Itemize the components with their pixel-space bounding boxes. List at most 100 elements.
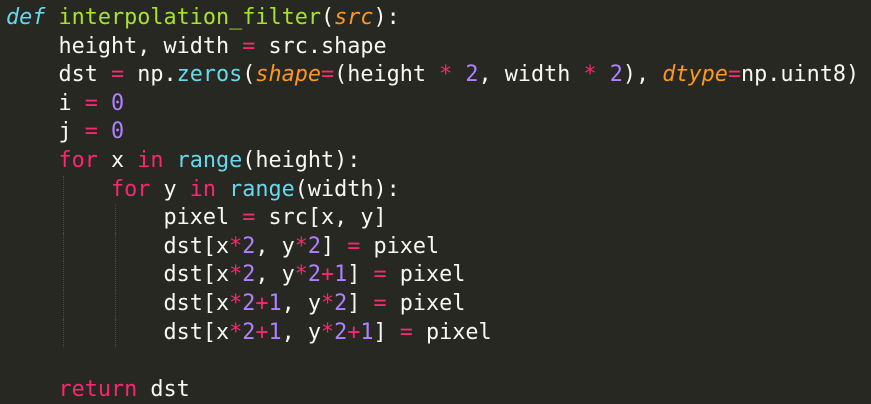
code-token: 2 xyxy=(242,262,256,288)
code-token: ] xyxy=(373,319,400,345)
code-token: ] xyxy=(347,290,374,316)
code-token: dst xyxy=(137,376,190,402)
code-token: zeros xyxy=(176,62,243,88)
code-token: np.uint8) xyxy=(740,62,860,88)
code-token: * xyxy=(294,262,308,288)
code-token: i xyxy=(58,90,85,116)
code-token: * xyxy=(439,62,453,88)
code-token: range xyxy=(176,147,243,173)
code-token: ] xyxy=(320,233,348,259)
code-line[interactable]: dst[x*2+1, y*2] = pixel xyxy=(0,289,871,319)
code-line[interactable]: def interpolation_filter(src): xyxy=(0,4,871,33)
code-token: return xyxy=(58,376,138,402)
code-token: = xyxy=(373,290,387,316)
code-line[interactable]: i = 0 xyxy=(0,90,871,119)
code-token: for xyxy=(58,147,98,173)
indent-guide xyxy=(115,289,117,319)
code-token: pixel xyxy=(163,205,243,231)
code-line[interactable]: dst = np.zeros(shape=(height * 2, width … xyxy=(0,61,871,90)
code-line[interactable]: return dst xyxy=(0,376,871,404)
code-editor[interactable]: def interpolation_filter(src): height, w… xyxy=(0,0,871,404)
code-token: = xyxy=(242,33,256,59)
code-token: for xyxy=(110,176,151,202)
code-token: dst[x xyxy=(163,319,230,345)
code-line[interactable]: dst[x*2, y*2] = pixel xyxy=(0,232,871,262)
code-token: * xyxy=(229,233,243,259)
code-token: (height): xyxy=(242,147,361,173)
code-lines: def interpolation_filter(src): height, w… xyxy=(0,4,871,404)
code-token: def xyxy=(6,5,46,30)
code-token: * xyxy=(294,233,308,259)
code-token: ] xyxy=(347,262,374,288)
code-token: * xyxy=(320,319,335,345)
indent-guide xyxy=(115,261,117,290)
code-token: + xyxy=(347,319,361,345)
code-token: pixel xyxy=(386,290,466,316)
code-token: = xyxy=(321,62,335,88)
code-token: 2 xyxy=(334,290,348,316)
code-token: ( xyxy=(242,62,256,88)
code-token: dtype xyxy=(662,62,728,88)
code-token: shape xyxy=(255,62,321,88)
code-token: dst xyxy=(58,62,111,88)
code-token: 2 xyxy=(609,62,623,88)
code-token: = xyxy=(84,119,98,145)
code-token: = xyxy=(727,62,741,88)
code-token: height, width xyxy=(58,33,243,59)
code-line[interactable]: j = 0 xyxy=(0,118,871,147)
code-line[interactable]: height, width = src.shape xyxy=(0,33,871,62)
code-token: 0 xyxy=(111,90,125,116)
code-token: 2 xyxy=(307,233,321,259)
code-token: * xyxy=(229,262,243,288)
code-token: 1 xyxy=(360,319,374,345)
indent-guide xyxy=(62,232,64,262)
code-token: * xyxy=(583,62,597,88)
code-token: + xyxy=(255,290,269,316)
code-token: * xyxy=(320,290,335,316)
code-token: interpolation_filter xyxy=(58,5,321,30)
code-token: pixel xyxy=(360,233,440,259)
code-line[interactable]: for x in range(height): xyxy=(0,147,871,176)
code-token: in xyxy=(189,176,216,202)
code-token: , y xyxy=(281,290,321,316)
code-token: , y xyxy=(255,262,295,288)
code-token: = xyxy=(347,233,361,259)
code-token: ), xyxy=(622,62,663,88)
code-line[interactable] xyxy=(0,347,871,376)
code-token: dst[x xyxy=(163,262,230,288)
code-token: 0 xyxy=(111,119,125,145)
indent-guide xyxy=(62,318,64,348)
code-token: pixel xyxy=(412,319,492,345)
code-line[interactable]: pixel = src[x, y] xyxy=(0,204,871,233)
code-token: * xyxy=(229,290,243,316)
code-line[interactable]: for y in range(width): xyxy=(0,175,871,205)
code-token: (width): xyxy=(294,176,400,202)
code-token: = xyxy=(111,62,125,88)
indent-guide xyxy=(115,232,117,262)
code-token: pixel xyxy=(386,262,466,288)
code-token: src.shape xyxy=(255,33,387,59)
code-token: = xyxy=(242,205,256,231)
code-line[interactable]: dst[x*2, y*2+1] = pixel xyxy=(0,261,871,290)
code-token: , y xyxy=(281,319,321,345)
code-token: = xyxy=(399,319,413,345)
code-token: 2 xyxy=(242,290,256,316)
indent-guide xyxy=(115,318,117,348)
code-token: 2 xyxy=(465,62,479,88)
code-line[interactable]: dst[x*2+1, y*2+1] = pixel xyxy=(0,318,871,348)
indent-guide xyxy=(62,204,64,233)
code-token: 2 xyxy=(242,319,256,345)
code-token: * xyxy=(229,319,243,345)
indent-guide xyxy=(115,204,117,233)
